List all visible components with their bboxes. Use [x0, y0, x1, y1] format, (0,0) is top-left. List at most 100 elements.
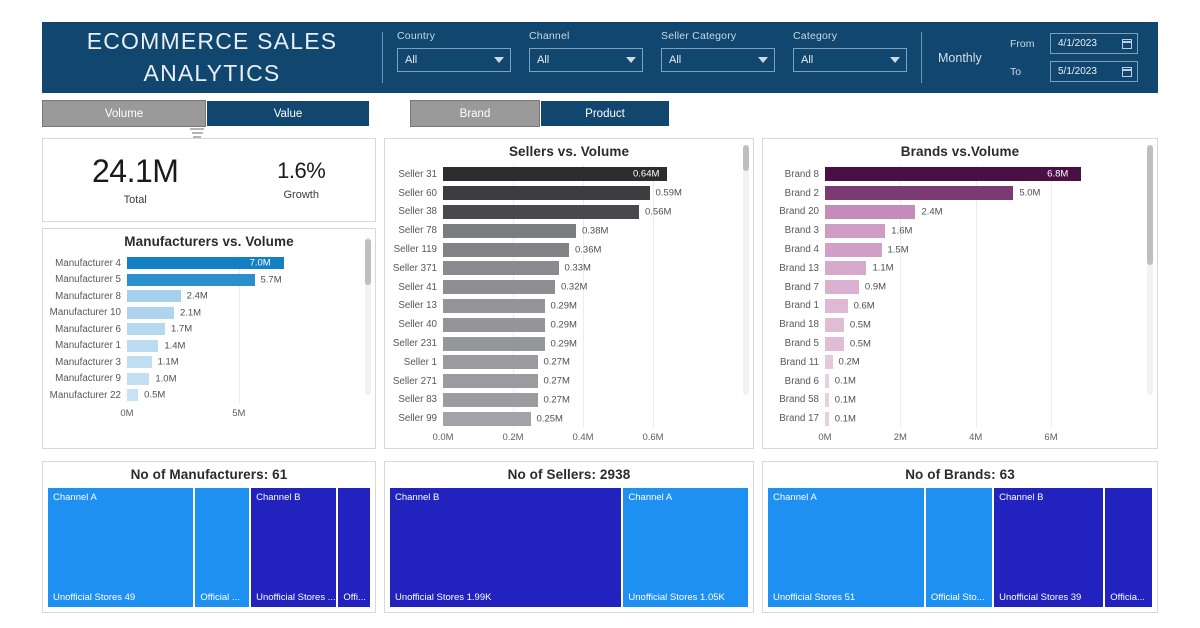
bar-row[interactable]: Seller 2710.27M	[385, 372, 753, 391]
manufacturers-treemap-body[interactable]: Channel AUnofficial Stores 49Official ..…	[48, 488, 370, 607]
manufacturers-chart-body[interactable]: Manufacturer 47.0MManufacturer 55.7MManu…	[43, 249, 375, 421]
bar-fill[interactable]	[443, 205, 639, 219]
bar-fill[interactable]	[127, 274, 255, 286]
treemap-cell[interactable]: Channel BUnofficial Stores ...	[251, 488, 336, 607]
bar-row[interactable]: Seller 130.29M	[385, 297, 753, 316]
bar-fill[interactable]	[127, 356, 152, 368]
date-to-input[interactable]: 5/1/2023	[1050, 61, 1138, 82]
bar-row[interactable]: Brand 170.1M	[763, 409, 1157, 428]
bar-fill[interactable]	[443, 243, 569, 257]
bar-row[interactable]: Brand 31.6M	[763, 221, 1157, 240]
scrollbar-thumb[interactable]	[1147, 145, 1153, 265]
bar-row[interactable]: Seller 3710.33M	[385, 259, 753, 278]
bar-fill[interactable]	[825, 299, 848, 313]
bar-row[interactable]: Manufacturer 31.1M	[43, 354, 375, 371]
treemap-cell[interactable]: Official ...	[195, 488, 249, 607]
bar-fill[interactable]	[443, 412, 531, 426]
scrollbar-thumb[interactable]	[743, 145, 749, 171]
bar-row[interactable]: Seller 1190.36M	[385, 240, 753, 259]
bar-row[interactable]: Brand 580.1M	[763, 391, 1157, 410]
scrollbar-thumb[interactable]	[365, 239, 371, 285]
bar-row[interactable]: Manufacturer 102.1M	[43, 305, 375, 322]
bar-fill[interactable]	[443, 337, 545, 351]
treemap-cell[interactable]: Offi...	[338, 488, 370, 607]
bar-fill[interactable]	[825, 261, 866, 275]
bar-fill[interactable]	[127, 373, 149, 385]
vertical-scrollbar[interactable]	[743, 145, 749, 395]
bar-row[interactable]: Manufacturer 91.0M	[43, 371, 375, 388]
bar-fill[interactable]	[825, 337, 844, 351]
bar-row[interactable]: Manufacturer 55.7M	[43, 272, 375, 289]
bar-row[interactable]: Brand 110.2M	[763, 353, 1157, 372]
filter-category-select[interactable]: All	[793, 48, 907, 72]
calendar-icon[interactable]	[1122, 39, 1132, 49]
filter-channel-select[interactable]: All	[529, 48, 643, 72]
bar-fill[interactable]	[127, 290, 181, 302]
vertical-scrollbar[interactable]	[365, 237, 371, 395]
bar-row[interactable]: Brand 41.5M	[763, 240, 1157, 259]
bar-fill[interactable]	[443, 224, 576, 238]
bar-fill[interactable]	[825, 393, 829, 407]
bar-fill[interactable]	[443, 299, 545, 313]
bar-row[interactable]: Manufacturer 82.4M	[43, 288, 375, 305]
bar-fill[interactable]	[825, 186, 1013, 200]
sellers-treemap-body[interactable]: Channel BUnofficial Stores 1.99KChannel …	[390, 488, 748, 607]
filter-country-select[interactable]: All	[397, 48, 511, 72]
bar-row[interactable]: Seller 380.56M	[385, 203, 753, 222]
bar-row[interactable]: Brand 202.4M	[763, 203, 1157, 222]
bar-row[interactable]: Brand 180.5M	[763, 315, 1157, 334]
bar-row[interactable]: Seller 830.27M	[385, 391, 753, 410]
brands-treemap-body[interactable]: Channel AUnofficial Stores 51Official St…	[768, 488, 1152, 607]
tab-product[interactable]: Product	[540, 100, 670, 127]
bar-fill[interactable]	[443, 393, 538, 407]
bar-row[interactable]: Manufacturer 220.5M	[43, 387, 375, 404]
treemap-cell[interactable]: Channel BUnofficial Stores 39	[994, 488, 1103, 607]
bar-fill[interactable]	[825, 224, 885, 238]
bar-fill[interactable]	[825, 318, 844, 332]
treemap-cell[interactable]: Channel AUnofficial Stores 51	[768, 488, 924, 607]
bar-row[interactable]: Brand 131.1M	[763, 259, 1157, 278]
bar-row[interactable]: Brand 10.6M	[763, 297, 1157, 316]
bar-fill[interactable]	[443, 261, 559, 275]
bar-fill[interactable]	[825, 355, 833, 369]
bar-fill[interactable]	[127, 340, 158, 352]
treemap-cell[interactable]: Officia...	[1105, 488, 1152, 607]
date-from-input[interactable]: 4/1/2023	[1050, 33, 1138, 54]
bar-fill[interactable]	[825, 243, 882, 257]
calendar-icon[interactable]	[1122, 67, 1132, 77]
bar-row[interactable]: Brand 60.1M	[763, 372, 1157, 391]
brands-chart-body[interactable]: Brand 86.8MBrand 25.0MBrand 202.4MBrand …	[763, 159, 1157, 445]
bar-row[interactable]: Seller 310.64M	[385, 165, 753, 184]
bar-fill[interactable]	[127, 323, 165, 335]
bar-row[interactable]: Brand 50.5M	[763, 334, 1157, 353]
bar-row[interactable]: Seller 2310.29M	[385, 334, 753, 353]
bar-row[interactable]: Seller 990.25M	[385, 409, 753, 428]
treemap-cell[interactable]: Channel AUnofficial Stores 49	[48, 488, 193, 607]
bar-fill[interactable]	[127, 389, 138, 401]
bar-fill[interactable]	[443, 280, 555, 294]
bar-row[interactable]: Manufacturer 47.0M	[43, 255, 375, 272]
bar-fill[interactable]	[825, 412, 829, 426]
tab-volume[interactable]: Volume	[42, 100, 206, 127]
bar-fill[interactable]	[825, 280, 859, 294]
bar-fill[interactable]	[443, 318, 545, 332]
bar-row[interactable]: Brand 86.8M	[763, 165, 1157, 184]
bar-fill[interactable]	[127, 307, 174, 319]
bar-row[interactable]: Brand 70.9M	[763, 278, 1157, 297]
bar-fill[interactable]	[825, 205, 915, 219]
bar-fill[interactable]	[443, 374, 538, 388]
bar-row[interactable]: Manufacturer 61.7M	[43, 321, 375, 338]
bar-row[interactable]: Seller 780.38M	[385, 221, 753, 240]
tab-value[interactable]: Value	[206, 100, 370, 127]
bar-fill[interactable]	[443, 186, 650, 200]
treemap-cell[interactable]: Channel BUnofficial Stores 1.99K	[390, 488, 621, 607]
bar-fill[interactable]	[825, 167, 1081, 181]
vertical-scrollbar[interactable]	[1147, 145, 1153, 395]
bar-fill[interactable]	[825, 374, 829, 388]
bar-row[interactable]: Brand 25.0M	[763, 184, 1157, 203]
treemap-cell[interactable]: Official Sto...	[926, 488, 992, 607]
bar-fill[interactable]	[443, 355, 538, 369]
sellers-chart-body[interactable]: Seller 310.64MSeller 600.59MSeller 380.5…	[385, 159, 753, 445]
bar-row[interactable]: Seller 410.32M	[385, 278, 753, 297]
tab-brand[interactable]: Brand	[410, 100, 540, 127]
